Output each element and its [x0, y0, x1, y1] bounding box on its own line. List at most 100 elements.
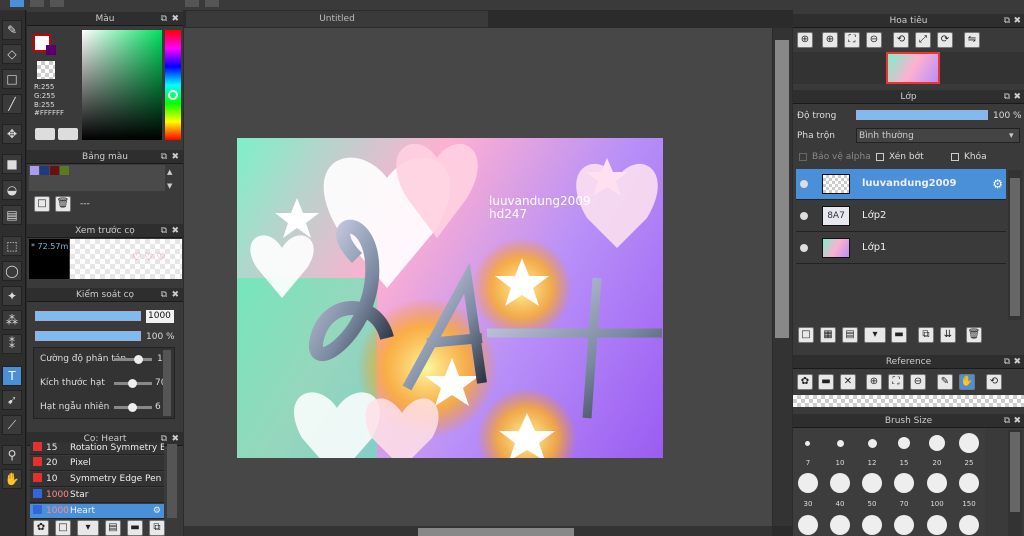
rect-select-tool-icon[interactable]: ⬚	[2, 236, 22, 256]
panel-close-icon[interactable]: ✖	[171, 288, 179, 302]
panel-close-icon[interactable]: ✖	[1013, 90, 1021, 104]
merge-layer-icon[interactable]: ⇊	[940, 327, 956, 343]
params-scrollbar[interactable]	[163, 350, 171, 416]
brush-size-dot[interactable]	[830, 515, 850, 535]
new-8bit-layer-icon[interactable]: ▤	[842, 327, 858, 343]
panel-float-icon[interactable]: ⧉	[1004, 355, 1010, 369]
magic-wand-tool-icon[interactable]: ✦	[2, 286, 22, 306]
panel-float-icon[interactable]: ⧉	[161, 12, 167, 26]
brush-size-dot[interactable]	[927, 515, 947, 535]
transparent-color-swatch[interactable]	[37, 61, 55, 79]
color-option-button[interactable]	[35, 128, 55, 140]
panel-close-icon[interactable]: ✖	[1013, 414, 1021, 428]
brush-menu-icon[interactable]: ▾	[77, 520, 99, 536]
toolbar-button-redo[interactable]	[205, 0, 219, 7]
reference-add-icon[interactable]: ✿	[797, 374, 813, 390]
eyedropper-tool-icon[interactable]: ⚲	[2, 445, 22, 465]
reference-close-icon[interactable]: ✕	[840, 374, 856, 390]
new-layer-icon[interactable]: □	[798, 327, 814, 343]
layer-visibility-icon[interactable]	[800, 180, 808, 188]
brush-add-icon[interactable]: ✿	[33, 520, 49, 536]
panel-close-icon[interactable]: ✖	[1013, 355, 1021, 369]
panel-float-icon[interactable]: ⧉	[1004, 414, 1010, 428]
operation-tool-icon[interactable]: ➹	[2, 390, 22, 410]
hue-slider-knob[interactable]	[168, 90, 178, 100]
palette-swatch[interactable]	[40, 166, 49, 175]
text-tool-icon[interactable]: T	[2, 366, 22, 386]
palette-scroll-up[interactable]: ▲	[167, 168, 177, 176]
brush-size-value[interactable]: 1000	[146, 310, 174, 323]
fill-rect-tool-icon[interactable]: ■	[2, 154, 22, 174]
layer-scroll-thumb[interactable]	[1010, 178, 1020, 316]
palette-swatch[interactable]	[50, 166, 59, 175]
brush-size-scroll-thumb[interactable]	[1010, 432, 1020, 512]
delete-palette-icon[interactable]: 🗑	[55, 196, 71, 212]
reference-open-icon[interactable]: ▬	[818, 374, 834, 390]
select-pen-tool-icon[interactable]: ⁂	[2, 310, 22, 330]
panel-float-icon[interactable]: ⧉	[161, 288, 167, 302]
bucket-tool-icon[interactable]: ◒	[2, 180, 22, 200]
reference-hand-icon[interactable]: ✋	[959, 374, 975, 390]
brush-folder-icon[interactable]: ▬	[127, 520, 143, 536]
background-color-swatch[interactable]	[46, 45, 56, 55]
toolbar-button-undo[interactable]	[185, 0, 199, 7]
panel-close-icon[interactable]: ✖	[1013, 14, 1021, 28]
panel-float-icon[interactable]: ⧉	[1004, 14, 1010, 28]
eraser-tool-icon[interactable]: ◇	[2, 44, 22, 64]
param-slider-knob[interactable]	[128, 403, 137, 412]
brush-size-slider[interactable]	[35, 311, 141, 321]
brush-new-icon[interactable]: □	[55, 520, 71, 536]
palette-swatch[interactable]	[60, 166, 69, 175]
brush-tool-icon[interactable]: ✎	[2, 20, 22, 40]
layer-row[interactable]: Lớp1	[796, 233, 1006, 264]
reference-fit-icon[interactable]: ⛶	[888, 374, 904, 390]
brush-opacity-slider[interactable]	[35, 331, 141, 341]
reference-zoom-out-icon[interactable]: ⊖	[910, 374, 926, 390]
brush-list-scrollbar[interactable]	[167, 444, 177, 518]
panel-close-icon[interactable]: ✖	[171, 150, 179, 164]
panel-float-icon[interactable]: ⧉	[161, 150, 167, 164]
new-palette-icon[interactable]: □	[34, 196, 50, 212]
brush-list-item[interactable]: 10 Symmetry Edge Pen	[30, 472, 164, 487]
brush-list-item[interactable]: 1000Star	[30, 488, 164, 503]
protect-alpha-checkbox[interactable]	[799, 153, 807, 161]
color-option-button-2[interactable]	[58, 128, 78, 140]
document-tab[interactable]: Untitled	[186, 11, 488, 27]
select-eraser-tool-icon[interactable]: ⁑	[2, 334, 22, 354]
brush-settings-gear-icon[interactable]: ⚙	[153, 504, 161, 518]
palette-swatch[interactable]	[30, 166, 39, 175]
brush-size-dot[interactable]	[894, 515, 914, 535]
toolbar-button-open[interactable]	[30, 0, 44, 7]
gradient-tool-icon[interactable]: ▤	[2, 205, 22, 225]
brush-size-dot[interactable]	[798, 515, 818, 535]
brush-list-item-selected[interactable]: 1000Heart ⚙	[30, 504, 164, 519]
param-slider[interactable]	[114, 358, 152, 361]
brush-size-dot[interactable]	[862, 515, 882, 535]
lasso-tool-icon[interactable]: ◯	[2, 261, 22, 281]
vertical-scroll-thumb[interactable]	[775, 40, 789, 338]
saturation-value-picker[interactable]	[82, 30, 162, 140]
reference-view[interactable]	[793, 395, 1024, 407]
layer-visibility-icon[interactable]	[800, 244, 808, 252]
rectangle-tool-icon[interactable]: □	[2, 69, 22, 89]
horizontal-scroll-thumb[interactable]	[418, 528, 574, 536]
panel-float-icon[interactable]: ⧉	[161, 224, 167, 238]
panel-float-icon[interactable]: ⧉	[1004, 90, 1010, 104]
zoom-out-icon[interactable]: ⊖	[866, 32, 882, 48]
clipping-checkbox[interactable]	[876, 153, 884, 161]
delete-layer-icon[interactable]: 🗑	[966, 327, 982, 343]
param-slider-knob[interactable]	[134, 355, 143, 364]
panel-close-icon[interactable]: ✖	[171, 12, 179, 26]
layer-settings-gear-icon[interactable]: ⚙	[992, 177, 1003, 191]
reference-eyedropper-icon[interactable]: ✎	[937, 374, 953, 390]
fullscreen-icon[interactable]: ⤢	[915, 32, 931, 48]
layer-row[interactable]: 8A7 Lớp2	[796, 201, 1006, 232]
divide-tool-icon[interactable]: ⟋	[2, 415, 22, 435]
brush-duplicate-icon[interactable]: ⧉	[149, 520, 165, 536]
layer-folder-icon[interactable]: ▬	[891, 327, 907, 343]
toolbar-button-new[interactable]	[10, 0, 24, 7]
palette-scroll-down[interactable]: ▼	[167, 182, 177, 190]
panel-close-icon[interactable]: ✖	[171, 224, 179, 238]
hue-slider[interactable]	[165, 30, 181, 140]
new-halftone-layer-icon[interactable]: ▦	[820, 327, 836, 343]
